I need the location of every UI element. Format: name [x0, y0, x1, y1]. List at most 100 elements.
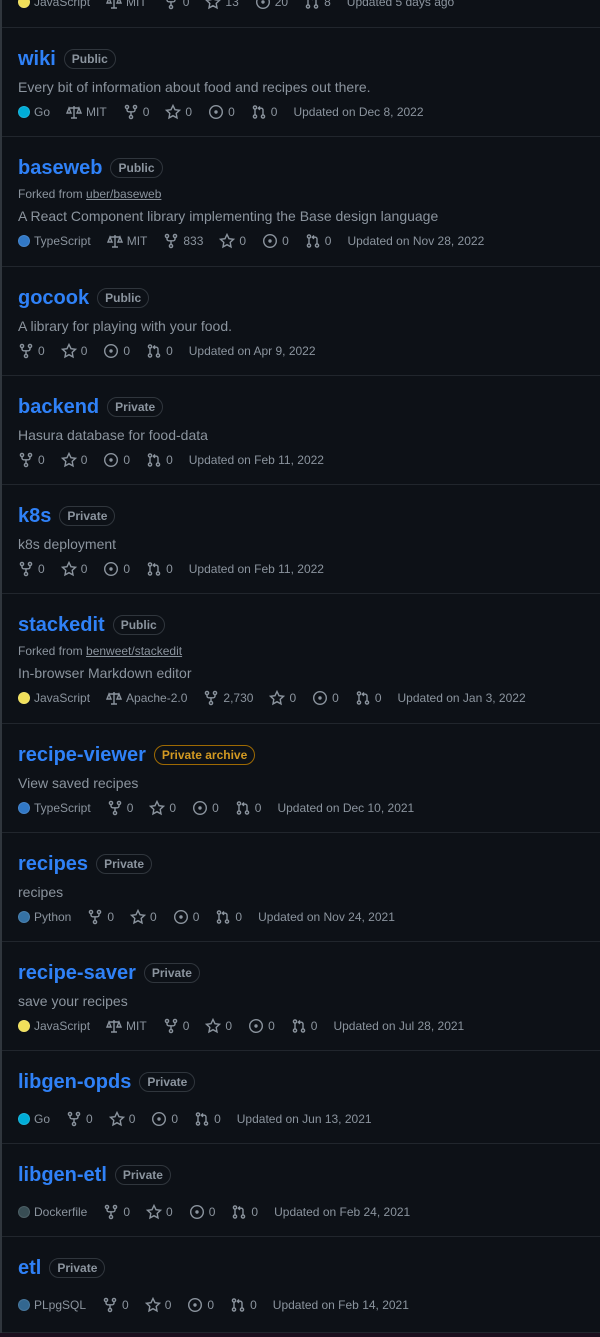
language-label: TypeScript [34, 234, 91, 248]
forks-link[interactable]: 0 [163, 0, 189, 11]
stars-link[interactable]: 0 [60, 560, 87, 578]
issues-link[interactable]: 0 [187, 1296, 214, 1314]
repo-title-row: backend Private [18, 393, 600, 421]
forks-link[interactable]: 0 [87, 908, 114, 926]
repo-name-link[interactable]: stackedit [18, 611, 105, 639]
repo-title-row: libgen-opds Private [18, 1068, 600, 1096]
issues-link[interactable]: 0 [248, 1017, 275, 1035]
language-color-dot [18, 802, 30, 814]
forks-link[interactable]: 0 [102, 1296, 129, 1314]
repo-name-link[interactable]: libgen-etl [18, 1161, 107, 1189]
visibility-badge: Private archive [153, 745, 256, 765]
repo-title-row: k8s Private [18, 502, 600, 530]
forks-link[interactable]: 0 [18, 560, 45, 578]
repo-name-link[interactable]: recipes [18, 850, 88, 878]
forks-link[interactable]: 833 [163, 232, 203, 250]
stars-link[interactable]: 0 [130, 908, 157, 926]
stars-link[interactable]: 0 [144, 1296, 171, 1314]
language: Go [18, 103, 50, 121]
stars-link[interactable]: 0 [219, 232, 246, 250]
stars-link[interactable]: 0 [205, 1017, 232, 1035]
prs-link[interactable]: 0 [146, 451, 173, 469]
updated-timestamp: Updated on Apr 9, 2022 [188, 344, 316, 358]
visibility-badge: Public [63, 49, 116, 69]
prs-link[interactable]: 0 [235, 799, 261, 817]
prs-link[interactable]: 0 [215, 908, 242, 926]
prs-link[interactable]: 0 [146, 560, 173, 578]
prs-link[interactable]: 0 [305, 232, 332, 250]
repo-name-link[interactable]: libgen-opds [18, 1068, 131, 1096]
issues-link[interactable]: 0 [103, 451, 130, 469]
forks-link[interactable]: 0 [107, 799, 133, 817]
issues-link[interactable]: 0 [173, 908, 199, 926]
issues-link[interactable]: 0 [312, 689, 339, 707]
prs-count: 0 [310, 1019, 318, 1033]
stars-link[interactable]: 0 [60, 451, 87, 469]
forks-link[interactable]: 0 [18, 451, 45, 469]
repo-name-link[interactable]: recipe-viewer [18, 741, 146, 769]
stars-link[interactable]: 13 [205, 0, 239, 11]
star-icon [219, 233, 236, 249]
prs-link[interactable]: 0 [251, 103, 277, 121]
visibility-badge: Private [107, 397, 164, 417]
stars-link[interactable]: 0 [165, 103, 192, 121]
repo-name-link[interactable]: baseweb [18, 154, 102, 182]
prs-link[interactable]: 0 [194, 1110, 221, 1128]
star-icon [146, 1204, 163, 1220]
license: Apache-2.0 [106, 689, 187, 707]
forks-count: 0 [123, 1205, 131, 1219]
stars-link[interactable]: 0 [269, 689, 296, 707]
prs-link[interactable]: 0 [291, 1017, 318, 1035]
issues-count: 0 [268, 1019, 275, 1033]
language-color-dot [18, 1299, 30, 1311]
language-label: JavaScript [34, 1019, 91, 1033]
list-item: recipe-viewer Private archive View saved r… [2, 724, 600, 833]
stars-link[interactable]: 0 [108, 1110, 135, 1128]
stars-link[interactable]: 0 [149, 799, 176, 817]
issues-link[interactable]: 0 [151, 1110, 178, 1128]
repo-name-link[interactable]: etl [18, 1254, 41, 1282]
forks-count: 0 [142, 105, 150, 119]
issues-link[interactable]: 0 [262, 232, 289, 250]
repo-description: In-browser Markdown editor [18, 665, 192, 681]
language-label: TypeScript [34, 801, 91, 815]
issues-link[interactable]: 20 [255, 0, 288, 11]
forks-link[interactable]: 0 [18, 342, 45, 360]
visibility-badge: Private [49, 1258, 106, 1278]
issues-link[interactable]: 0 [208, 103, 235, 121]
stars-link[interactable]: 0 [60, 342, 87, 360]
license: MIT [106, 232, 147, 250]
issues-link[interactable]: 0 [103, 560, 130, 578]
language-color-dot [18, 692, 30, 704]
language-label: Go [34, 1112, 51, 1126]
repo-name-link[interactable]: backend [18, 393, 99, 421]
stars-link[interactable]: 0 [146, 1203, 173, 1221]
prs-link[interactable]: 0 [231, 1203, 258, 1221]
issues-link[interactable]: 0 [192, 799, 219, 817]
repo-name-link[interactable]: gocook [18, 284, 89, 312]
prs-count: 0 [324, 234, 332, 248]
prs-link[interactable]: 0 [355, 689, 382, 707]
list-item: etl Private PLpgSQL 0 0 0 0 Updated on Feb 14, … [2, 1237, 600, 1333]
repo-name-link[interactable]: wiki [18, 45, 56, 73]
repo-title-row: stackedit Public [18, 611, 600, 639]
forked-from-link[interactable]: uber/baseweb [86, 187, 161, 201]
issues-link[interactable]: 0 [189, 1203, 215, 1221]
issues-link[interactable]: 0 [103, 342, 130, 360]
forks-link[interactable]: 0 [123, 103, 150, 121]
issue-icon [173, 909, 188, 925]
forked-prefix: Forked from [18, 644, 87, 658]
language: JavaScript [18, 689, 90, 707]
prs-link[interactable]: 8 [304, 0, 331, 11]
repo-description: Hasura database for food-data [18, 427, 208, 443]
forks-link[interactable]: 0 [103, 1203, 130, 1221]
repo-name-link[interactable]: recipe-saver [18, 959, 136, 987]
forks-link[interactable]: 0 [66, 1110, 93, 1128]
prs-link[interactable]: 0 [146, 342, 173, 360]
prs-link[interactable]: 0 [230, 1296, 257, 1314]
repo-name-link[interactable]: k8s [18, 502, 51, 530]
forked-from-link[interactable]: benweet/stackedit [86, 644, 182, 658]
repo-meta: JavaScript MIT 0 13 20 8 Updated 5 days … [18, 0, 600, 11]
forks-link[interactable]: 0 [163, 1017, 189, 1035]
forks-link[interactable]: 2,730 [203, 689, 253, 707]
